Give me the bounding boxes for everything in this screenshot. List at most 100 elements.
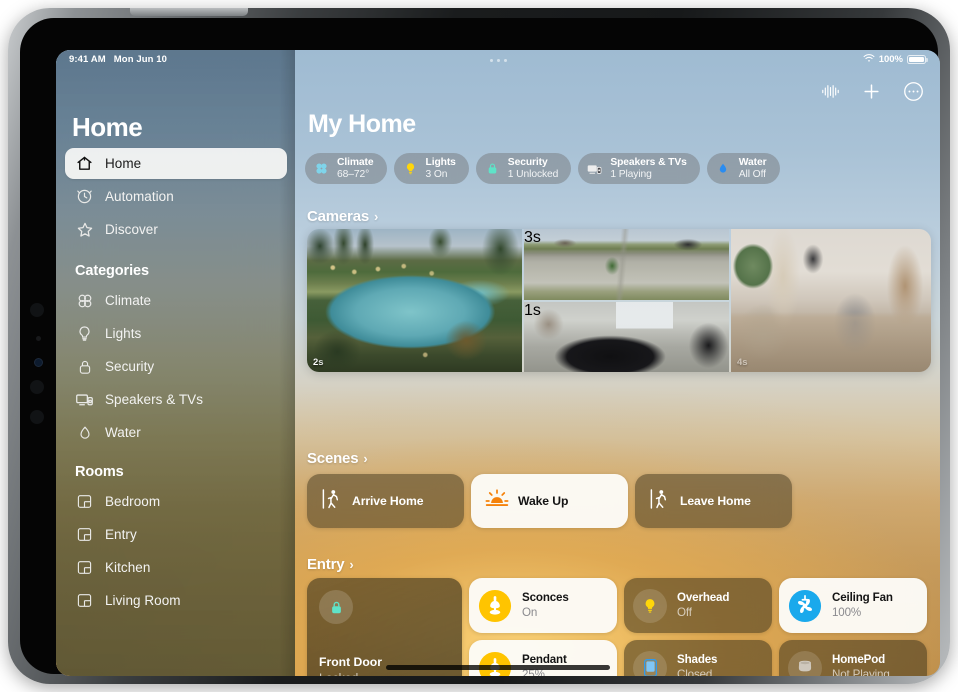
camera-column-middle: 3s 1s [524,229,729,372]
volume-down-button[interactable] [30,380,44,394]
device-status: Off [677,605,692,619]
entry-column-2: Overhead Off Shades Closed [624,578,772,676]
sidebar-item-automation[interactable]: Automation [65,181,287,212]
toolbar [821,81,924,102]
status-chip-water[interactable]: Water All Off [706,153,780,184]
sidebar-item-label: Automation [105,189,174,204]
ellipsis-circle-icon[interactable] [903,81,924,102]
scenes-section-header[interactable]: Scenes › [307,450,368,467]
sidebar-item-living-room[interactable]: Living Room [65,585,287,616]
waveform-icon[interactable] [821,83,840,100]
device-tile-ceiling-fan[interactable]: Ceiling Fan 100% [779,578,927,633]
lock-icon [484,160,501,177]
cameras-grid: 2s 3s 1s 4s [307,229,931,372]
scene-label: Wake Up [518,494,569,508]
chip-title: Security [507,156,548,168]
side-button[interactable] [30,410,44,424]
entry-header-label: Entry [307,556,345,573]
device-tile-sconces[interactable]: Sconces On [469,578,617,633]
scene-label: Arrive Home [352,494,424,508]
sidebar-item-label: Climate [105,293,152,308]
chip-title: Water [738,156,767,168]
camera-tile-backyard-pool[interactable]: 2s [307,229,522,372]
device-tile-shades[interactable]: Shades Closed [624,640,772,676]
scene-wake-up[interactable]: Wake Up [471,474,628,528]
sidebar-item-lights[interactable]: Lights [65,318,287,349]
sidebar-item-label: Security [105,359,155,374]
device-status: Not Playing [832,667,890,677]
house-icon [75,154,94,173]
volume-up-button[interactable] [30,303,44,317]
sidebar-item-label: Discover [105,222,158,237]
device-status: Closed [677,667,713,677]
fan-icon [313,160,330,177]
walking-person-arrive-icon [321,487,343,516]
scene-label: Leave Home [680,494,751,508]
chip-title: Speakers & TVs [610,156,687,168]
home-indicator[interactable] [386,665,610,670]
sidebar-item-home[interactable]: Home [65,148,287,179]
sidebar-categories-header: Categories [75,263,149,279]
chip-title: Lights [425,156,456,168]
device-tile-overhead[interactable]: Overhead Off [624,578,772,633]
water-drop-icon [75,423,94,442]
status-chip-security[interactable]: Security 1 Unlocked [475,153,572,184]
entry-device-grid: Front Door Locked [307,578,927,676]
device-tile-pendant[interactable]: Pendant 25% [469,640,617,676]
homepod-icon [788,650,822,676]
device-tile-homepod[interactable]: HomePod Not Playing [779,640,927,676]
sidebar-item-discover[interactable]: Discover [65,214,287,245]
status-chip-row: Climate 68–72° Lights 3 On Security 1 Un… [305,153,780,184]
sensor-dot [36,336,41,341]
device-name: HomePod [832,653,886,667]
water-drop-icon [715,160,732,177]
sidebar-item-label: Speakers & TVs [105,392,203,407]
sidebar-title: Home [72,112,143,142]
camera-tile-driveway[interactable]: 3s [524,229,729,300]
walking-person-leave-icon [649,487,671,516]
device-status: 100% [832,605,862,619]
device-tile-front-door[interactable]: Front Door Locked [307,578,462,676]
ceiling-fan-icon [788,589,822,623]
chip-value: All Off [738,168,766,180]
lock-icon [319,590,353,624]
scene-leave-home[interactable]: Leave Home [635,474,792,528]
status-chip-climate[interactable]: Climate 68–72° [305,153,387,184]
camera-timestamp: 2s [313,357,324,368]
entry-column-1: Sconces On Pendant 25% [469,578,617,676]
cameras-section-header[interactable]: Cameras › [307,208,378,225]
camera-timestamp: 4s [737,357,748,368]
fan-icon [75,291,94,310]
page-title: My Home [308,110,416,138]
screenshot-root: Home Home Automation Discover Categories… [0,0,958,692]
camera-tile-garage[interactable]: 1s [524,301,729,372]
chevron-right-icon: › [363,451,368,466]
sidebar-item-water[interactable]: Water [65,417,287,448]
device-name: Sconces [522,591,569,605]
scene-arrive-home[interactable]: Arrive Home [307,474,464,528]
status-chip-speakers-tvs[interactable]: Speakers & TVs 1 Playing [578,153,700,184]
ipad-frame: Home Home Automation Discover Categories… [8,8,950,684]
sidebar-item-label: Entry [105,527,137,542]
entry-section-header[interactable]: Entry › [307,556,354,573]
chip-value: 3 On [425,168,448,180]
chip-value: 1 Playing [610,168,652,180]
status-chip-lights[interactable]: Lights 3 On [393,153,469,184]
chip-value: 68–72° [337,168,370,180]
chevron-right-icon: › [349,557,354,572]
sidebar-item-security[interactable]: Security [65,351,287,382]
sidebar-item-label: Home [105,156,142,171]
sidebar-item-climate[interactable]: Climate [65,285,287,316]
sidebar-item-speakers-tvs[interactable]: Speakers & TVs [65,384,287,415]
camera-tile-living-room[interactable]: 4s [731,229,931,372]
plus-icon[interactable] [862,82,881,101]
star-icon [75,220,94,239]
room-icon [75,591,94,610]
sidebar-item-label: Bedroom [105,494,161,509]
ipad-bezel: Home Home Automation Discover Categories… [20,18,940,676]
device-name: Ceiling Fan [832,591,893,605]
sidebar-item-kitchen[interactable]: Kitchen [65,552,287,583]
sidebar-item-bedroom[interactable]: Bedroom [65,486,287,517]
device-name: Front Door [319,655,382,669]
sidebar-item-entry[interactable]: Entry [65,519,287,550]
